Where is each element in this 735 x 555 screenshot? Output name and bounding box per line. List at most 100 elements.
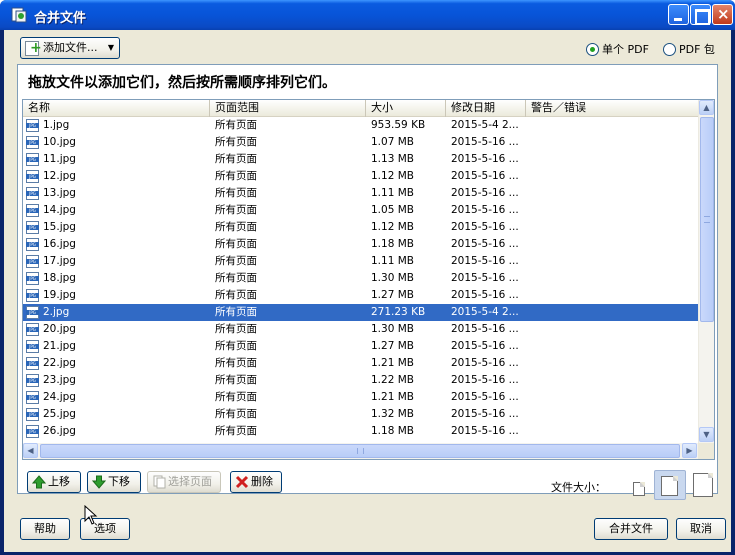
table-row[interactable]: 24.jpg 所有页面 1.21 MB 2015-5-16 ... [23, 389, 698, 406]
table-row[interactable]: 23.jpg 所有页面 1.22 MB 2015-5-16 ... [23, 372, 698, 389]
table-row[interactable]: 15.jpg 所有页面 1.12 MB 2015-5-16 ... [23, 219, 698, 236]
vertical-scroll-thumb[interactable] [700, 117, 714, 322]
file-list-panel: 拖放文件以添加它们，然后按所需顺序排列它们。 名称 页面范围 大小 修改日期 警… [17, 64, 718, 494]
jpg-file-icon [26, 221, 39, 234]
move-up-button[interactable]: 上移 [27, 471, 81, 493]
horizontal-scroll-thumb[interactable] [40, 444, 680, 458]
cancel-button[interactable]: 取消 [676, 518, 726, 540]
file-name-cell: 2.jpg [43, 306, 70, 318]
combine-files-window: 合并文件 × 添加文件... ▼ 单个 PDF PDF 包 拖放文件以添加它们，… [0, 0, 735, 555]
title-bar[interactable]: 合并文件 × [0, 0, 735, 30]
table-row[interactable]: 20.jpg 所有页面 1.30 MB 2015-5-16 ... [23, 321, 698, 338]
table-row[interactable]: 18.jpg 所有页面 1.30 MB 2015-5-16 ... [23, 270, 698, 287]
scroll-right-button[interactable]: ▶ [682, 443, 697, 458]
table-row[interactable]: 16.jpg 所有页面 1.18 MB 2015-5-16 ... [23, 236, 698, 253]
page-range-cell: 所有页面 [215, 391, 257, 403]
table-row[interactable]: 11.jpg 所有页面 1.13 MB 2015-5-16 ... [23, 151, 698, 168]
file-name-cell: 23.jpg [43, 374, 76, 386]
table-row[interactable]: 2.jpg 所有页面 271.23 KB 2015-5-4 2... [23, 304, 698, 321]
arrow-down-icon [92, 475, 106, 489]
page-range-cell: 所有页面 [215, 204, 257, 216]
file-name-cell: 13.jpg [43, 187, 76, 199]
table-row[interactable]: 14.jpg 所有页面 1.05 MB 2015-5-16 ... [23, 202, 698, 219]
column-header-warnings[interactable]: 警告／错误 [526, 100, 698, 117]
radio-pdf-package[interactable]: PDF 包 [663, 41, 715, 57]
delete-button[interactable]: 删除 [230, 471, 282, 493]
column-header-size[interactable]: 大小 [366, 100, 446, 117]
delete-label: 删除 [251, 475, 273, 488]
pages-icon [153, 475, 166, 489]
table-row[interactable]: 22.jpg 所有页面 1.21 MB 2015-5-16 ... [23, 355, 698, 372]
help-button[interactable]: 帮助 [20, 518, 70, 540]
modified-date-cell: 2015-5-16 ... [451, 170, 519, 182]
table-row[interactable]: 10.jpg 所有页面 1.07 MB 2015-5-16 ... [23, 134, 698, 151]
scroll-down-button[interactable]: ▼ [699, 427, 714, 442]
dialog-client-area: 添加文件... ▼ 单个 PDF PDF 包 拖放文件以添加它们，然后按所需顺序… [4, 30, 731, 552]
combine-files-button[interactable]: 合并文件 [594, 518, 668, 540]
modified-date-cell: 2015-5-16 ... [451, 391, 519, 403]
table-row[interactable]: 12.jpg 所有页面 1.12 MB 2015-5-16 ... [23, 168, 698, 185]
arrow-up-icon [32, 475, 46, 489]
maximize-button[interactable] [690, 4, 711, 25]
size-cell: 1.21 MB [371, 391, 414, 403]
size-cell: 953.59 KB [371, 119, 426, 131]
file-name-cell: 19.jpg [43, 289, 76, 301]
choose-pages-button[interactable]: 选择页面 [147, 471, 221, 493]
table-row[interactable]: 19.jpg 所有页面 1.27 MB 2015-5-16 ... [23, 287, 698, 304]
scroll-left-button[interactable]: ◀ [23, 443, 38, 458]
column-header-modified-date[interactable]: 修改日期 [446, 100, 526, 117]
radio-unselected-icon [663, 42, 676, 56]
mouse-cursor-icon [84, 505, 98, 525]
jpg-file-icon [26, 119, 39, 132]
table-row[interactable]: 25.jpg 所有页面 1.32 MB 2015-5-16 ... [23, 406, 698, 423]
add-files-button[interactable]: 添加文件... ▼ [20, 37, 120, 59]
modified-date-cell: 2015-5-16 ... [451, 221, 519, 233]
file-name-cell: 24.jpg [43, 391, 76, 403]
window-title: 合并文件 [34, 11, 87, 26]
page-range-cell: 所有页面 [215, 340, 257, 352]
jpg-file-icon [26, 272, 39, 285]
vertical-scrollbar[interactable]: ▲ ▼ [698, 100, 714, 443]
modified-date-cell: 2015-5-16 ... [451, 272, 519, 284]
jpg-file-icon [26, 187, 39, 200]
minimize-button[interactable] [668, 4, 689, 25]
table-row[interactable]: 21.jpg 所有页面 1.27 MB 2015-5-16 ... [23, 338, 698, 355]
file-list[interactable]: 名称 页面范围 大小 修改日期 警告／错误 1.jpg 所有页面 953.59 KB… [22, 99, 715, 460]
column-header-page-range[interactable]: 页面范围 [210, 100, 366, 117]
page-range-cell: 所有页面 [215, 374, 257, 386]
file-name-cell: 25.jpg [43, 408, 76, 420]
close-icon: × [717, 5, 730, 23]
horizontal-scrollbar[interactable]: ◀ ▶ [23, 443, 698, 459]
size-cell: 1.27 MB [371, 340, 414, 352]
large-page-icon[interactable] [693, 473, 713, 497]
close-button[interactable]: × [712, 4, 733, 25]
medium-page-icon[interactable] [661, 476, 678, 496]
size-cell: 1.07 MB [371, 136, 414, 148]
page-range-cell: 所有页面 [215, 153, 257, 165]
modified-date-cell: 2015-5-16 ... [451, 340, 519, 352]
radio-single-pdf[interactable]: 单个 PDF [586, 41, 649, 57]
modified-date-cell: 2015-5-16 ... [451, 255, 519, 267]
modified-date-cell: 2015-5-16 ... [451, 289, 519, 301]
size-cell: 1.32 MB [371, 408, 414, 420]
small-page-icon[interactable] [633, 482, 645, 496]
table-row[interactable]: 1.jpg 所有页面 953.59 KB 2015-5-4 2... [23, 117, 698, 134]
scroll-up-button[interactable]: ▲ [699, 100, 714, 115]
jpg-file-icon [26, 136, 39, 149]
instruction-text: 拖放文件以添加它们，然后按所需顺序排列它们。 [28, 75, 336, 91]
column-header-name[interactable]: 名称 [23, 100, 210, 117]
modified-date-cell: 2015-5-16 ... [451, 187, 519, 199]
jpg-file-icon [26, 340, 39, 353]
table-row[interactable]: 13.jpg 所有页面 1.11 MB 2015-5-16 ... [23, 185, 698, 202]
choose-pages-label: 选择页面 [168, 475, 212, 488]
file-name-cell: 1.jpg [43, 119, 70, 131]
table-row[interactable]: 17.jpg 所有页面 1.11 MB 2015-5-16 ... [23, 253, 698, 270]
jpg-file-icon [26, 425, 39, 438]
move-down-button[interactable]: 下移 [87, 471, 141, 493]
table-row[interactable]: 26.jpg 所有页面 1.18 MB 2015-5-16 ... [23, 423, 698, 440]
size-cell: 1.22 MB [371, 374, 414, 386]
size-cell: 1.12 MB [371, 221, 414, 233]
jpg-file-icon [26, 170, 39, 183]
file-name-cell: 16.jpg [43, 238, 76, 250]
page-range-cell: 所有页面 [215, 408, 257, 420]
